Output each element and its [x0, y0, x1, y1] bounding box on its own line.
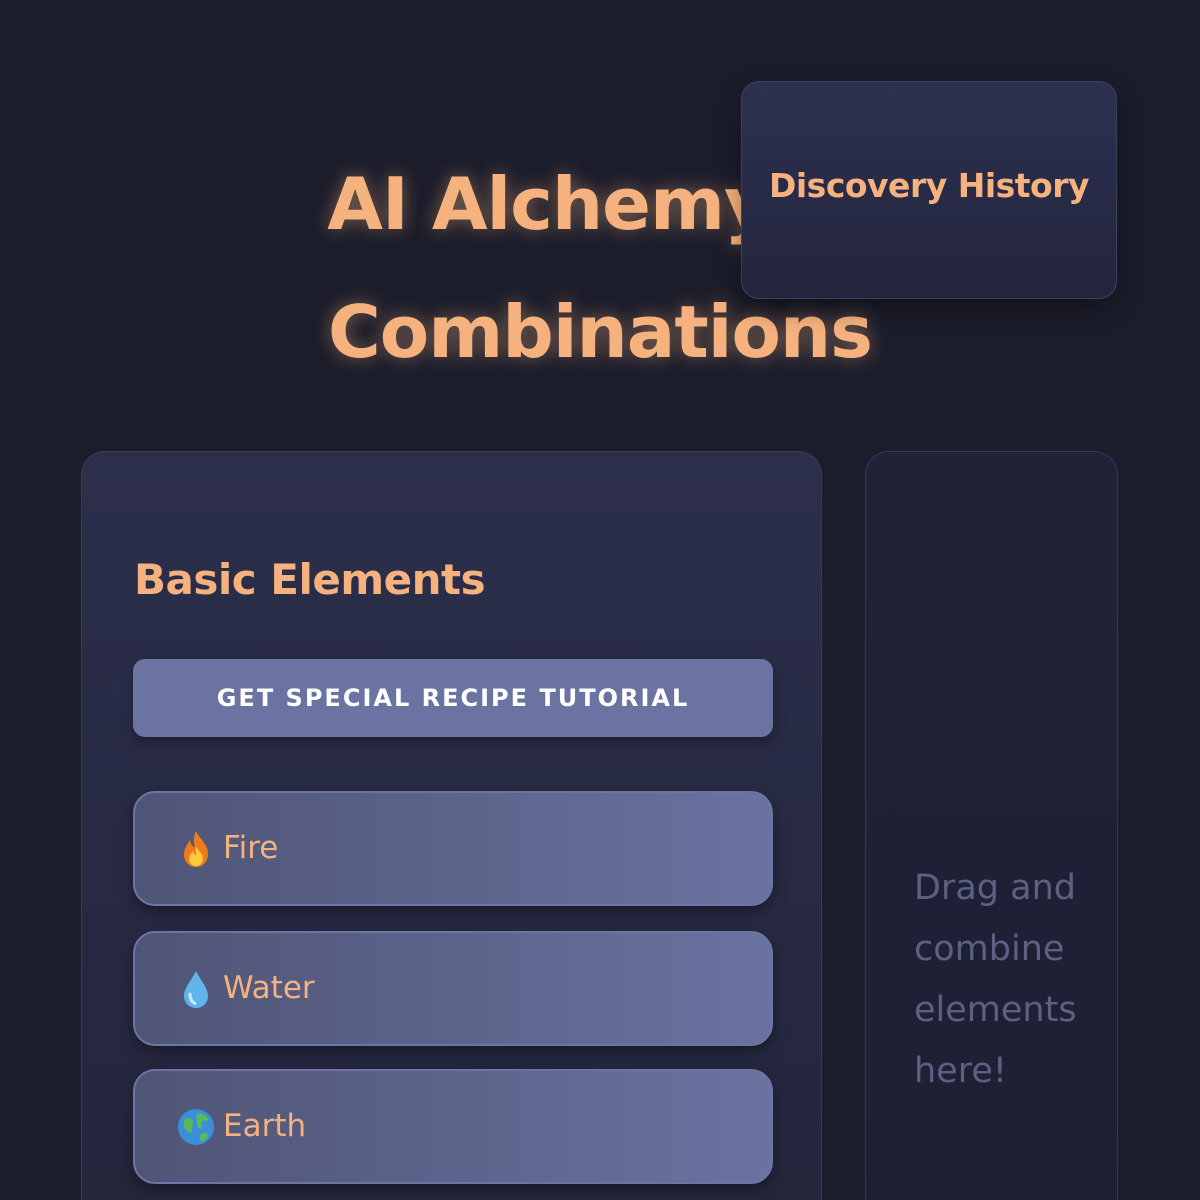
combination-drop-zone[interactable]: Drag and combine elements here! [865, 451, 1118, 1200]
combine-hint-text: Drag and combine elements here! [914, 868, 1077, 1091]
element-item-fire[interactable]: Fire [133, 791, 773, 906]
element-label-fire: Fire [223, 830, 279, 866]
fire-icon [184, 831, 208, 867]
special-recipe-tutorial-button[interactable]: GET SPECIAL RECIPE TUTORIAL [133, 659, 773, 737]
basic-elements-panel: Basic Elements GET SPECIAL RECIPE TUTORI… [81, 451, 822, 1200]
element-label-earth: Earth [223, 1108, 307, 1144]
element-item-earth[interactable]: Earth [133, 1069, 773, 1184]
alchemy-page: AI Alchemy - I Combinations Discovery Hi… [0, 0, 1200, 1200]
earth-globe-icon [178, 1109, 214, 1145]
basic-elements-heading: Basic Elements [134, 555, 486, 604]
element-label-water: Water [223, 970, 315, 1006]
element-item-water[interactable]: Water [133, 931, 773, 1046]
discovery-history-button[interactable]: Discovery History [741, 81, 1117, 299]
water-drop-icon [184, 971, 208, 1008]
